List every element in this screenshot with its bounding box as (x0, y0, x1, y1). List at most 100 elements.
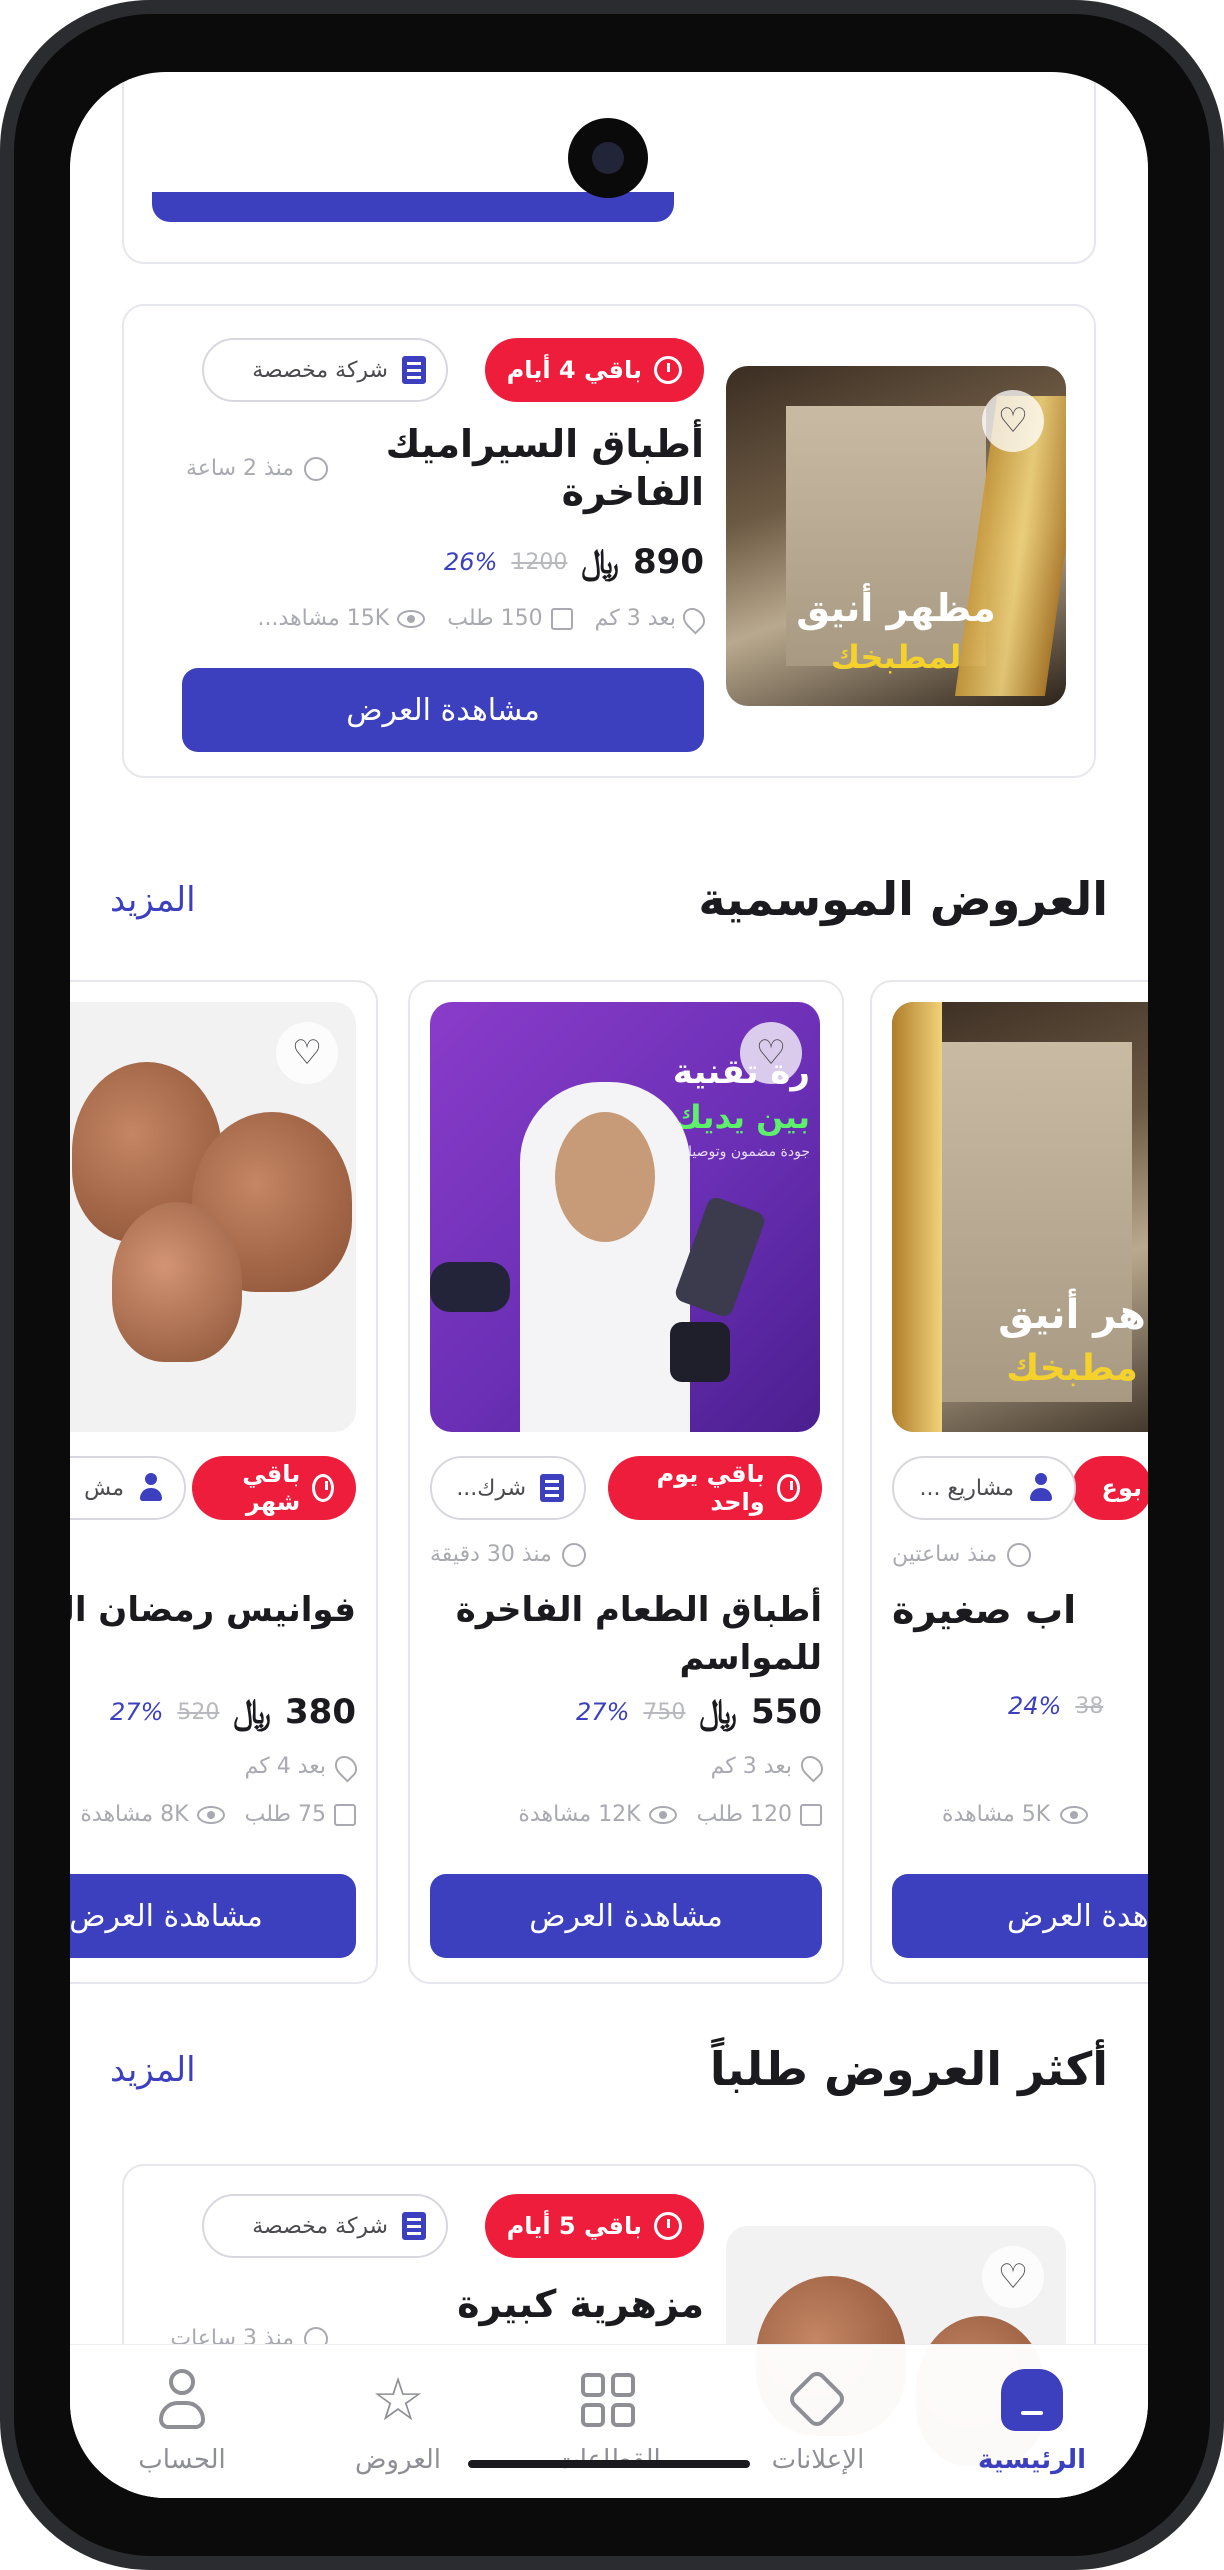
views-text: 12K مشاهدة (518, 1802, 641, 1827)
section-title: العروض الموسمية (698, 872, 1108, 926)
image-text: لمطبخك (830, 638, 962, 676)
price-row: 890 ﷼ 1200 26% (444, 542, 704, 582)
user-icon (1028, 1473, 1054, 1503)
time-left-badge: باقي يوم واحد (608, 1456, 822, 1520)
discount: 27% (576, 1698, 630, 1726)
company-badge: شركة مخصصة (202, 338, 448, 402)
tab-offers[interactable]: ☆ العروض (298, 2365, 498, 2485)
price: 890 (633, 542, 704, 582)
heart-icon[interactable]: ♡ (276, 1022, 338, 1084)
posted-time-text: منذ 30 دقيقة (430, 1542, 552, 1567)
views: 5K مشاهدة (942, 1802, 1089, 1827)
heart-icon[interactable]: ♡ (982, 390, 1044, 452)
more-link[interactable]: المزيد (110, 880, 196, 920)
discount: 27% (110, 1698, 164, 1726)
company-text: مش (84, 1475, 124, 1501)
view-offer-button[interactable]: اهدة العرض (892, 1874, 1148, 1958)
person-face (555, 1112, 655, 1242)
posted-time: منذ 2 ساعة (186, 456, 328, 481)
views: 15K مشاهد... (258, 606, 426, 631)
clock-icon (561, 1542, 586, 1567)
seasonal-offer-card[interactable]: رة تقنية بين يديك جودة مضمون وتوصيل ♡ با… (408, 980, 844, 1984)
front-camera (568, 118, 648, 198)
requests-text: 120 طلب (696, 1802, 792, 1827)
tab-label: الحساب (138, 2445, 226, 2475)
time-left-badge: باقي 5 أيام (484, 2194, 704, 2258)
view-offer-button[interactable] (152, 192, 674, 222)
old-price: 1200 (511, 549, 568, 575)
distance-text: بعد 3 كم (710, 1754, 792, 1779)
image-text: هر أنيق (998, 1292, 1146, 1338)
time-left-text: باقي 5 أيام (506, 2212, 642, 2240)
view-offer-button[interactable]: مشاهدة العرض (70, 1874, 356, 1958)
company-text: شرك... (456, 1475, 526, 1501)
company-text: شركة مخصصة (252, 2213, 388, 2239)
eye-icon (1060, 1805, 1089, 1824)
tab-account[interactable]: الحساب (82, 2365, 282, 2485)
building-icon (540, 1474, 564, 1502)
riyal-icon: ﷼ (233, 1692, 272, 1732)
offer-image[interactable]: هر أنيق مطبخك (892, 1002, 1148, 1432)
views-text: 8K مشاهدة (80, 1802, 189, 1827)
heart-icon[interactable]: ♡ (982, 2246, 1044, 2308)
box-icon (334, 1803, 356, 1826)
offer-title: مزهرية كبيرة (457, 2282, 704, 2326)
offer-image[interactable]: رة تقنية بين يديك جودة مضمون وتوصيل ♡ (430, 1002, 820, 1432)
requests-text: 75 طلب (244, 1802, 326, 1827)
company-text: شركة مخصصة (252, 357, 388, 383)
seasonal-offer-card[interactable]: هر أنيق مطبخك بوع مشاريع ... منذ ساعتين … (870, 980, 1148, 1984)
company-text: مشاريع ... (919, 1475, 1014, 1501)
view-offer-button[interactable]: مشاهدة العرض (430, 1874, 822, 1958)
clock-icon (312, 1474, 334, 1502)
seasonal-offer-card[interactable]: ♡ باقي شهر مش فوانيس رمضان الم 380 ﷼ 520… (70, 980, 378, 1984)
offer-title: اب صغيرة (892, 1588, 1077, 1632)
old-price: 520 (177, 1699, 220, 1725)
time-left-text: باقي شهر (242, 1460, 301, 1516)
clay-pot (112, 1202, 242, 1362)
offer-title: فوانيس رمضان الم (70, 1590, 356, 1630)
time-left-badge: بوع (1072, 1456, 1148, 1520)
views-text: 15K مشاهد... (257, 606, 390, 631)
distance-text: بعد 4 كم (244, 1754, 326, 1779)
bottom-tab-bar: الرئيسية الإعلانات القطاعات ☆ العروض (70, 2344, 1148, 2498)
image-text: مظهر أنيق (796, 586, 996, 630)
watch-icon (670, 1322, 730, 1382)
side-button (1216, 1020, 1224, 1220)
user-icon (147, 2365, 217, 2435)
company-badge: شركة مخصصة (202, 2194, 448, 2258)
offer-card[interactable]: باقي 4 أيام شركة مخصصة أطباق السيراميك ا… (122, 304, 1096, 778)
requests: 150 طلب (447, 606, 573, 631)
old-price: 750 (643, 1699, 686, 1725)
more-link[interactable]: المزيد (110, 2050, 196, 2090)
views-text: 5K مشاهدة (942, 1802, 1051, 1827)
distance-text: بعد 3 كم (594, 606, 676, 631)
user-icon (138, 1473, 164, 1503)
gamepad-icon (430, 1262, 510, 1312)
company-badge: مشاريع ... (892, 1456, 1076, 1520)
posted-time: منذ 30 دقيقة (430, 1542, 586, 1567)
stats-row: 75 طلب 8K مشاهدة (80, 1802, 356, 1827)
offer-image[interactable]: ♡ (70, 1002, 356, 1432)
posted-time-text: منذ 2 ساعة (185, 456, 294, 481)
views: 8K مشاهدة (80, 1802, 225, 1827)
price-row: 380 ﷼ 520 27% (110, 1692, 356, 1732)
tab-home[interactable]: الرئيسية (932, 2365, 1132, 2485)
company-badge: شرك... (430, 1456, 586, 1520)
home-indicator (468, 2460, 750, 2468)
distance: بعد 4 كم (244, 1750, 362, 1783)
eye-icon (648, 1805, 677, 1824)
offer-image[interactable]: مظهر أنيق لمطبخك ♡ (726, 366, 1066, 706)
offer-title: أطباق الطعام الفاخرة للمواسم (455, 1590, 822, 1678)
heart-icon[interactable]: ♡ (740, 1022, 802, 1084)
stats-row: 120 طلب 12K مشاهدة (518, 1802, 822, 1827)
image-text: جودة مضمون وتوصيل (681, 1144, 810, 1160)
price-row: 38 24% (1008, 1692, 1103, 1720)
tab-label: الرئيسية (977, 2445, 1087, 2475)
tab-label: العروض (354, 2445, 442, 2475)
tab-label: الإعلانات (771, 2445, 865, 2475)
posted-time-text: منذ ساعتين (892, 1542, 998, 1567)
home-icon (997, 2365, 1067, 2435)
view-offer-button[interactable]: مشاهدة العرض (182, 668, 704, 752)
clock-icon (1007, 1542, 1032, 1567)
app-screen: باقي 4 أيام شركة مخصصة أطباق السيراميك ا… (70, 72, 1148, 2498)
